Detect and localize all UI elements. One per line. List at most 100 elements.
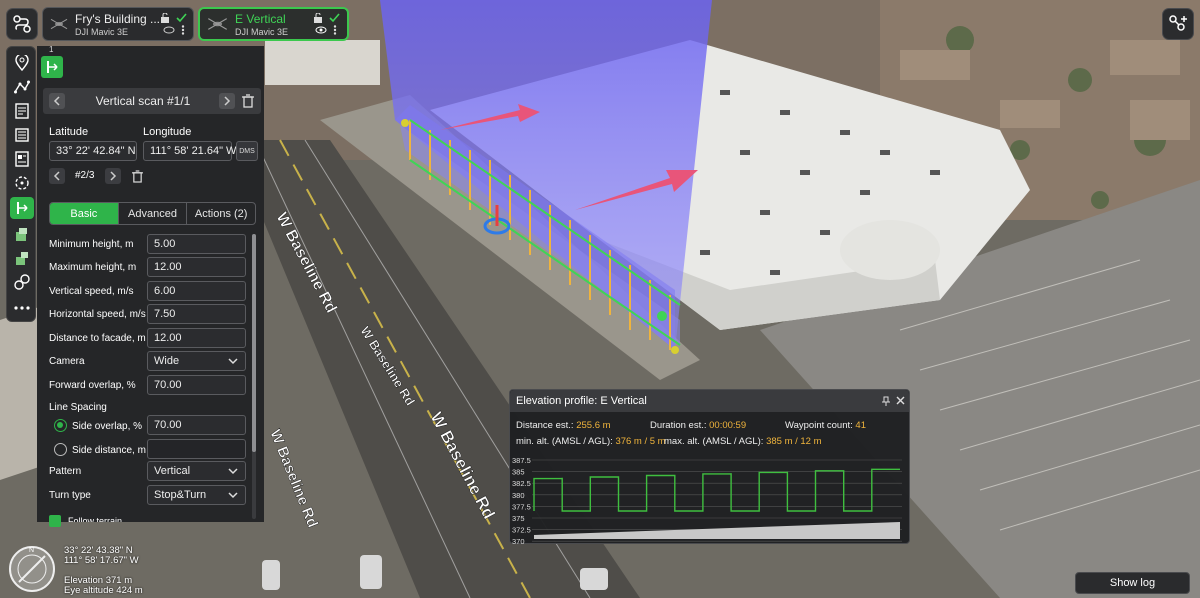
elevation-profile-header: Elevation profile: E Vertical xyxy=(510,390,909,412)
chevron-down-icon xyxy=(228,468,238,475)
building-scan-icon xyxy=(16,228,27,241)
panel-scrollbar[interactable] xyxy=(252,234,256,519)
dms-toggle-button[interactable]: DMS xyxy=(236,141,258,161)
more-vertical-icon[interactable] xyxy=(333,25,337,35)
unlock-icon[interactable] xyxy=(160,13,170,23)
rail-polyline-button[interactable] xyxy=(10,76,34,98)
orbit-icon xyxy=(15,176,29,190)
point-counter: #2/3 xyxy=(75,170,95,181)
tab-basic[interactable]: Basic xyxy=(50,203,119,224)
document-icon xyxy=(15,103,29,119)
check-icon[interactable] xyxy=(176,13,187,23)
eye-altitude-readout: Eye altitude 424 m xyxy=(64,585,143,596)
y-tick-label: 385 xyxy=(512,468,525,477)
svg-text:N: N xyxy=(29,547,34,554)
pin-icon[interactable] xyxy=(881,396,891,406)
distance-estimate: Distance est.: 255.6 m xyxy=(516,420,611,431)
list-icon xyxy=(15,128,29,142)
y-tick-label: 375 xyxy=(512,514,525,523)
min-height-input[interactable]: 5.00 xyxy=(147,234,246,254)
waypoint-label: Waypoint count: xyxy=(785,420,853,431)
add-route-button[interactable] xyxy=(1162,8,1194,40)
show-log-button[interactable]: Show log xyxy=(1075,572,1190,594)
rail-list-button[interactable] xyxy=(10,124,34,146)
follow-terrain-checkbox[interactable] xyxy=(49,515,61,527)
chevron-left-icon xyxy=(53,171,60,181)
latitude-field[interactable]: 33° 22' 42.84" N xyxy=(49,141,137,161)
compass-icon[interactable]: N xyxy=(7,544,57,594)
mission-card-frys[interactable]: Fry's Building ... DJI Mavic 3E xyxy=(42,7,194,41)
cursor-longitude: 111° 58' 17.67" W xyxy=(64,555,139,566)
side-overlap-radio[interactable] xyxy=(54,419,67,432)
rail-grid-doc-button[interactable] xyxy=(10,148,34,170)
side-distance-radio[interactable] xyxy=(54,443,67,456)
rail-link-button[interactable] xyxy=(10,271,34,293)
rail-more-button[interactable] xyxy=(10,297,34,319)
chevron-right-icon xyxy=(224,96,231,106)
rail-orbit-button[interactable] xyxy=(10,172,34,194)
scan-header: Vertical scan #1/1 xyxy=(43,88,261,114)
next-scan-button[interactable] xyxy=(219,93,235,109)
tab-actions[interactable]: Actions (2) xyxy=(187,203,255,224)
eye-hidden-icon[interactable] xyxy=(163,26,175,34)
rail-building-scan-button[interactable] xyxy=(10,223,34,245)
tab-advanced[interactable]: Advanced xyxy=(119,203,188,224)
distance-facade-label: Distance to facade, m xyxy=(49,333,146,344)
elevation-chart[interactable]: 387.5 385 382.5 380 377.5 375 372.5 370 xyxy=(510,454,909,544)
latitude-label: Latitude xyxy=(49,126,89,138)
y-tick-label: 382.5 xyxy=(512,479,531,488)
camera-label: Camera xyxy=(49,356,85,367)
route-menu-button[interactable] xyxy=(6,8,38,40)
turn-type-select[interactable]: Stop&Turn xyxy=(147,485,246,505)
route-icon xyxy=(13,15,31,33)
forward-overlap-input[interactable]: 70.00 xyxy=(147,375,246,395)
trash-icon[interactable] xyxy=(132,170,143,183)
rail-waypoint-button[interactable] xyxy=(10,52,34,74)
drone-icon xyxy=(208,18,228,30)
trash-icon[interactable] xyxy=(242,94,254,108)
min-altitude: min. alt. (AMSL / AGL): 376 m / 5 m xyxy=(516,436,666,447)
pattern-select[interactable]: Vertical xyxy=(147,461,246,481)
min-height-label: Minimum height, m xyxy=(49,239,134,250)
mission-card-e-vertical[interactable]: E Vertical DJI Mavic 3E xyxy=(198,7,349,41)
distance-facade-input[interactable]: 12.00 xyxy=(147,328,246,348)
pattern-select-value: Vertical xyxy=(154,465,191,477)
max-height-input[interactable]: 12.00 xyxy=(147,257,246,277)
more-vertical-icon[interactable] xyxy=(181,25,185,35)
side-distance-input[interactable] xyxy=(147,439,246,459)
vertical-scan-icon xyxy=(47,61,58,73)
horizontal-speed-input[interactable]: 7.50 xyxy=(147,304,246,324)
camera-select[interactable]: Wide xyxy=(147,351,246,371)
unlock-icon[interactable] xyxy=(313,13,323,23)
settings-tabs: Basic Advanced Actions (2) xyxy=(49,202,256,225)
check-icon[interactable] xyxy=(329,13,340,23)
mission-title: E Vertical xyxy=(235,11,286,26)
longitude-label: Longitude xyxy=(143,126,192,138)
drone-icon xyxy=(50,18,68,30)
chevron-down-icon xyxy=(228,358,238,365)
mission-drone: DJI Mavic 3E xyxy=(75,26,129,37)
scrollbar-thumb[interactable] xyxy=(252,234,256,452)
scan-title: Vertical scan #1/1 xyxy=(95,94,191,108)
grid-document-icon xyxy=(15,151,29,167)
pin-icon xyxy=(15,55,29,71)
side-overlap-input[interactable]: 70.00 xyxy=(147,415,246,435)
horizontal-speed-label: Horizontal speed, m/s xyxy=(49,309,146,320)
distance-value: 255.6 m xyxy=(576,420,611,431)
prev-point-button[interactable] xyxy=(49,168,65,184)
tool-rail xyxy=(6,46,36,322)
rail-report-button[interactable] xyxy=(10,100,34,122)
duration-label: Duration est.: xyxy=(650,420,707,431)
close-icon[interactable] xyxy=(896,396,905,405)
eye-icon[interactable] xyxy=(315,26,327,34)
vertical-speed-input[interactable]: 6.00 xyxy=(147,281,246,301)
chevron-down-icon xyxy=(228,492,238,499)
line-spacing-label: Line Spacing xyxy=(49,402,107,413)
pattern-label: Pattern xyxy=(49,466,82,477)
vertical-scan-panel: 1 Vertical scan #1/1 Latitude Longitude … xyxy=(37,45,264,527)
rail-area-scan-button[interactable] xyxy=(10,247,34,269)
next-point-button[interactable] xyxy=(105,168,121,184)
rail-vertical-scan-button[interactable] xyxy=(10,197,34,219)
longitude-field[interactable]: 111° 58' 21.64" W xyxy=(143,141,236,161)
polyline-icon xyxy=(14,80,30,94)
